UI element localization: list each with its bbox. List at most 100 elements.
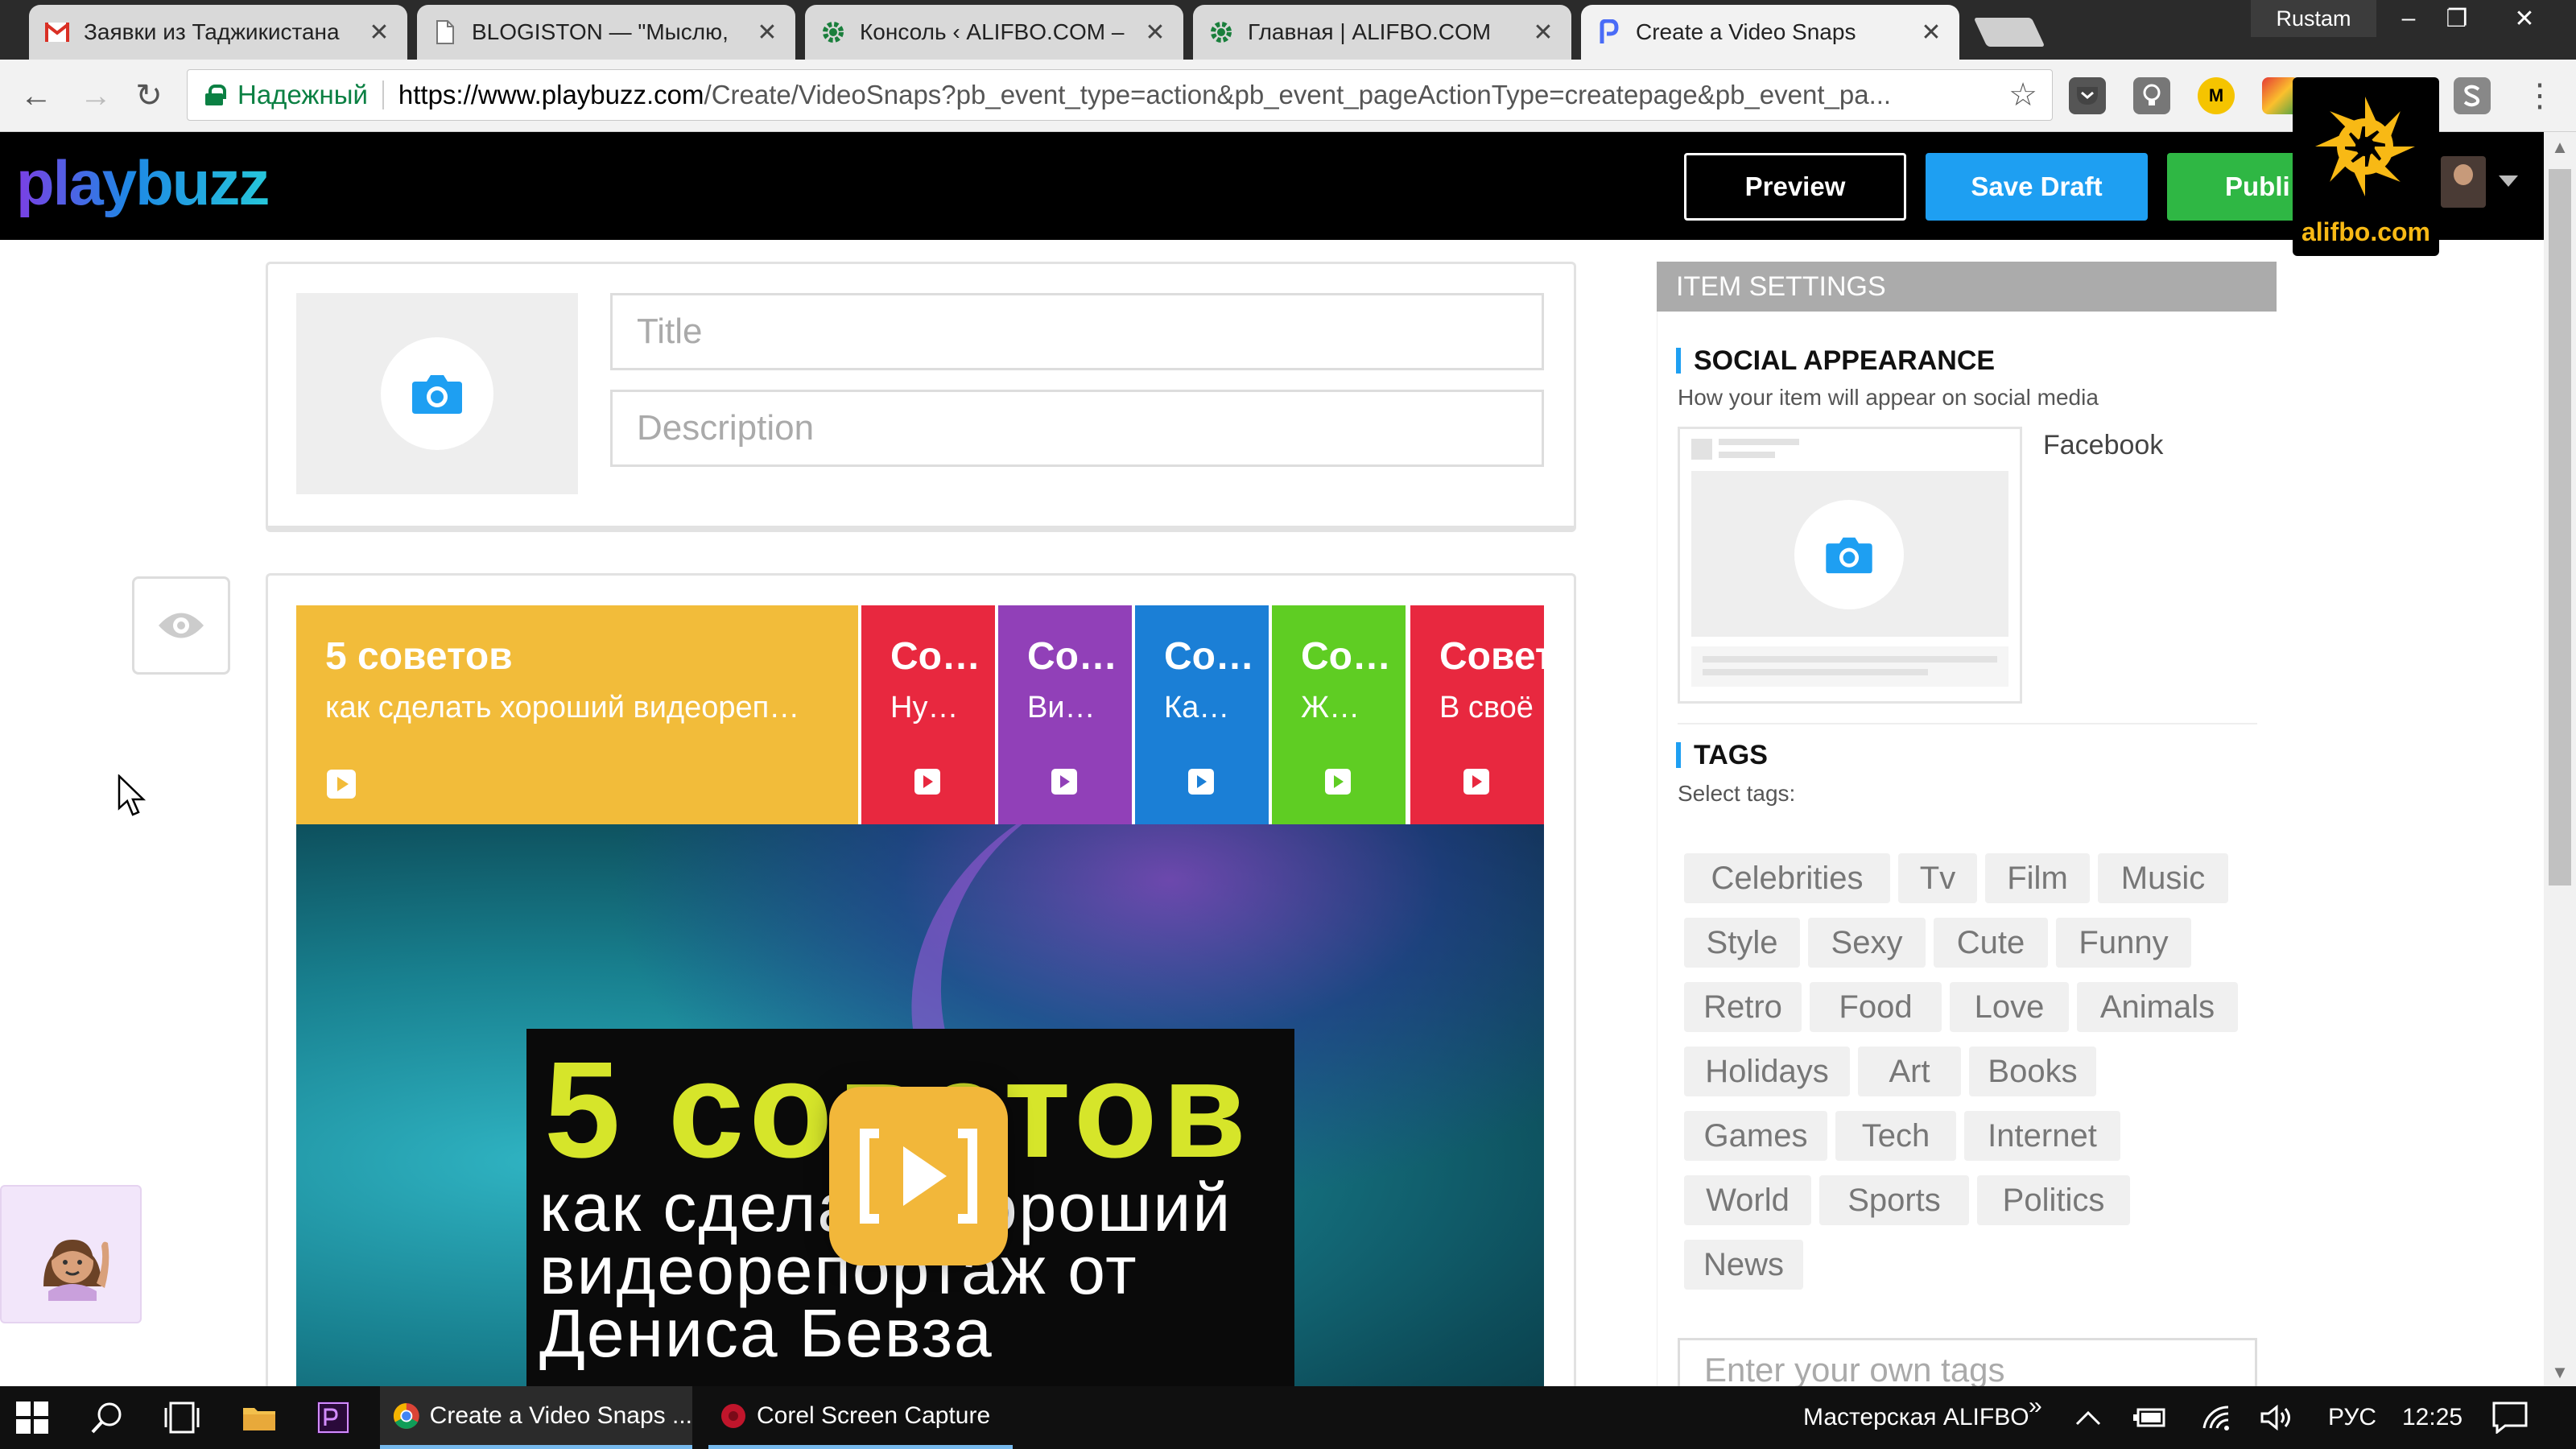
alifbo-label: alifbo.com [2301, 217, 2430, 246]
browser-tab-home[interactable]: Главная | ALIFBO.COM ✕ [1193, 5, 1571, 60]
close-tab-icon[interactable]: ✕ [1919, 19, 1943, 47]
taskbar-corel-app[interactable]: Corel Screen Capture [708, 1386, 1013, 1449]
browser-tab-create-video-snaps[interactable]: Create a Video Snaps ✕ [1581, 5, 1959, 60]
close-tab-icon[interactable]: ✕ [1531, 19, 1555, 47]
browser-tab-strip: Заявки из Таджикистана ✕ BLOGISTON — "Мы… [0, 0, 2576, 60]
play-icon [1051, 769, 1077, 795]
clock[interactable]: 12:25 [2402, 1386, 2462, 1449]
snap-tile-3[interactable]: Co… Ви… [998, 605, 1132, 824]
double-chevron-icon[interactable]: » [2029, 1375, 2042, 1438]
pocket-extension-icon[interactable] [2069, 77, 2106, 114]
snap-tile-1[interactable]: 5 советов как сделать хороший видеореп… [296, 605, 858, 824]
cover-image-upload[interactable] [296, 293, 578, 494]
preview-button[interactable]: Preview [1684, 153, 1906, 221]
m-extension-icon[interactable]: M [2198, 77, 2235, 114]
tag-holidays[interactable]: Holidays [1684, 1046, 1850, 1096]
tag-style[interactable]: Style [1684, 918, 1800, 968]
reload-icon[interactable]: ↻ [129, 76, 169, 116]
snap-title: Co… [890, 635, 980, 678]
forward-icon[interactable]: → [76, 76, 116, 116]
title-input[interactable]: Title [610, 293, 1544, 370]
tag-animals[interactable]: Animals [2077, 982, 2238, 1032]
back-icon[interactable]: ← [16, 76, 56, 116]
task-view-icon[interactable] [164, 1386, 200, 1449]
avatar[interactable] [2441, 156, 2486, 208]
social-preview-card[interactable] [1678, 427, 2022, 704]
description-input[interactable]: Description [610, 390, 1544, 467]
publish-button[interactable]: Publi [2167, 153, 2296, 221]
close-tab-icon[interactable]: ✕ [367, 19, 391, 47]
tag-games[interactable]: Games [1684, 1111, 1827, 1161]
tag-celebrities[interactable]: Celebrities [1684, 853, 1890, 903]
browser-tab-console[interactable]: Консоль ‹ ALIFBO.COM – ✕ [805, 5, 1183, 60]
language-indicator[interactable]: РУС [2328, 1386, 2376, 1449]
tag-sports[interactable]: Sports [1819, 1175, 1969, 1225]
snap-tile-2[interactable]: Co… Ну… [861, 605, 995, 824]
emoji-reaction-button[interactable] [0, 1185, 142, 1323]
tag-internet[interactable]: Internet [1964, 1111, 2120, 1161]
url-text[interactable]: https://www.playbuzz.com/Create/VideoSna… [398, 80, 1994, 110]
scroll-down-icon[interactable]: ▼ [2549, 1362, 2571, 1382]
premiere-icon[interactable] [317, 1386, 349, 1449]
workspace-label[interactable]: Мастерская ALIFBO [1803, 1386, 2029, 1449]
browser-tab-gmail[interactable]: Заявки из Таджикистана ✕ [29, 5, 407, 60]
tag-music[interactable]: Music [2098, 853, 2228, 903]
scroll-up-icon[interactable]: ▲ [2549, 137, 2571, 157]
windows-start-icon[interactable] [16, 1386, 48, 1449]
tag-tv[interactable]: Tv [1898, 853, 1977, 903]
playbuzz-logo[interactable]: playbuzz [16, 147, 270, 220]
chevron-down-icon[interactable] [2499, 175, 2518, 187]
visibility-toggle-button[interactable] [132, 576, 230, 675]
notifications-icon[interactable] [2492, 1386, 2528, 1449]
raising-hand-emoji-icon [43, 1240, 109, 1301]
new-tab-button[interactable] [1973, 18, 2046, 47]
tag-tech[interactable]: Tech [1835, 1111, 1956, 1161]
snap-subtitle: Ж… [1301, 691, 1360, 724]
file-explorer-icon[interactable] [242, 1386, 277, 1449]
tag-film[interactable]: Film [1985, 853, 2090, 903]
browser-menu-icon[interactable]: ⋮ [2520, 76, 2560, 116]
chevron-up-icon[interactable] [2075, 1386, 2101, 1449]
tag-world[interactable]: World [1684, 1175, 1811, 1225]
taskbar-chrome-app[interactable]: Create a Video Snaps ... [380, 1386, 692, 1449]
snap-tile-5[interactable]: Co… Ж… [1272, 605, 1406, 824]
tag-love[interactable]: Love [1950, 982, 2069, 1032]
close-tab-icon[interactable]: ✕ [755, 19, 779, 47]
wifi-icon[interactable] [2201, 1386, 2233, 1449]
speaker-icon[interactable] [2260, 1386, 2294, 1449]
save-draft-button[interactable]: Save Draft [1926, 153, 2148, 221]
scrollbar-thumb[interactable] [2549, 169, 2571, 886]
video-play-button[interactable] [829, 1087, 1008, 1265]
tag-politics[interactable]: Politics [1977, 1175, 2130, 1225]
close-window-button[interactable]: ✕ [2492, 0, 2557, 37]
tag-funny[interactable]: Funny [2056, 918, 2191, 968]
tag-art[interactable]: Art [1858, 1046, 1961, 1096]
chrome-icon [393, 1402, 419, 1429]
tag-sexy[interactable]: Sexy [1808, 918, 1926, 968]
tag-food[interactable]: Food [1810, 982, 1942, 1032]
lightbulb-extension-icon[interactable] [2133, 77, 2170, 114]
close-tab-icon[interactable]: ✕ [1143, 19, 1167, 47]
tag-retro[interactable]: Retro [1684, 982, 1802, 1032]
bookmark-star-icon[interactable]: ☆ [2008, 76, 2037, 114]
tag-cute[interactable]: Cute [1934, 918, 2048, 968]
search-icon[interactable] [90, 1386, 126, 1449]
battery-icon[interactable] [2133, 1386, 2167, 1449]
browser-tab-blogiston[interactable]: BLOGISTON — "Мыслю, ✕ [417, 5, 795, 60]
section-divider [1678, 723, 2257, 724]
windows-taskbar: Create a Video Snaps ... Corel Screen Ca… [0, 1386, 2576, 1449]
tag-news[interactable]: News [1684, 1240, 1803, 1290]
tag-books[interactable]: Books [1969, 1046, 2096, 1096]
snap-tile-6[interactable]: Совет В своё [1410, 605, 1544, 824]
snap-tile-4[interactable]: Co… Ка… [1135, 605, 1269, 824]
restore-button[interactable]: ❐ [2425, 0, 2489, 37]
video-player[interactable]: 5 советов как сделать хороший видеорепор… [296, 824, 1544, 1386]
preview-line-placeholder [1719, 452, 1775, 458]
tab-title: BLOGISTON — "Мыслю, [472, 19, 729, 44]
playbuzz-header: playbuzz Preview Save Draft Publi [0, 132, 2544, 240]
window-user-badge[interactable]: Rustam [2251, 0, 2376, 37]
preview-footer-placeholder [1691, 646, 2008, 687]
s-extension-icon[interactable] [2454, 77, 2491, 114]
snap-title: Co… [1164, 635, 1254, 678]
address-bar[interactable]: Надежный https://www.playbuzz.com/Create… [187, 69, 2053, 121]
